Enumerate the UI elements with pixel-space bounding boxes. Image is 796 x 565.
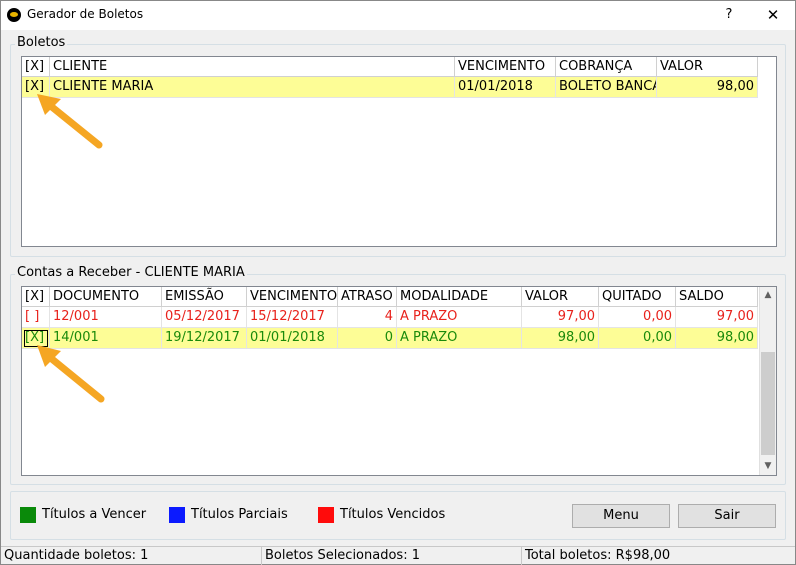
cell-modalidade: A PRAZO (397, 307, 522, 328)
boletos-group-label: Boletos (15, 35, 68, 50)
table-row[interactable]: [X] CLIENTE MARIA 01/01/2018 BOLETO BANC… (22, 77, 758, 98)
status-quantidade: Quantidade boletos: 1 (1, 547, 262, 565)
table-row[interactable]: [X] 14/001 19/12/2017 01/01/2018 0 A PRA… (22, 328, 758, 349)
legend-label-parciais: Títulos Parciais (191, 507, 288, 522)
cell-vencimento: 15/12/2017 (247, 307, 338, 328)
column-header-atraso[interactable]: ATRASO (338, 287, 397, 307)
contas-grid-header: [X] DOCUMENTO EMISSÃO VENCIMENTO ATRASO … (22, 287, 758, 307)
contas-group-label: Contas a Receber - CLIENTE MARIA (15, 265, 247, 280)
legend-swatch-a-vencer (20, 507, 36, 523)
main-window: Gerador de Boletos ? ✕ Boletos [X] CLIEN… (0, 0, 796, 565)
column-header-documento[interactable]: DOCUMENTO (50, 287, 162, 307)
column-header-emissao[interactable]: EMISSÃO (162, 287, 247, 307)
cell-modalidade: A PRAZO (397, 328, 522, 349)
column-header-check[interactable]: [X] (22, 57, 50, 77)
legend-swatch-vencidos (318, 507, 334, 523)
legend-swatch-parciais (169, 507, 185, 523)
contas-grid[interactable]: [X] DOCUMENTO EMISSÃO VENCIMENTO ATRASO … (21, 286, 777, 476)
window-title: Gerador de Boletos (27, 7, 144, 21)
close-button[interactable]: ✕ (761, 4, 785, 26)
cell-atraso: 4 (338, 307, 397, 328)
cell-quitado: 0,00 (599, 328, 676, 349)
annotation-arrow-icon (37, 94, 103, 149)
cell-saldo: 98,00 (676, 328, 758, 349)
column-header-cliente[interactable]: CLIENTE (50, 57, 455, 77)
status-total: Total boletos: R$98,00 (525, 548, 671, 563)
menu-button[interactable]: Menu (572, 504, 670, 528)
cell-valor: 98,00 (522, 328, 599, 349)
table-row[interactable]: [ ] 12/001 05/12/2017 15/12/2017 4 A PRA… (22, 307, 758, 328)
column-header-cobranca[interactable]: COBRANÇA (556, 57, 657, 77)
column-header-saldo[interactable]: SALDO (676, 287, 758, 307)
status-selecionados: Boletos Selecionados: 1 (262, 547, 522, 565)
title-bar: Gerador de Boletos ? ✕ (1, 1, 795, 30)
scroll-up-icon[interactable]: ▲ (760, 287, 776, 304)
column-header-check[interactable]: [X] (22, 287, 50, 307)
row-checkbox[interactable]: [ ] (22, 307, 50, 328)
column-header-valor[interactable]: VALOR (657, 57, 758, 77)
column-header-vencimento[interactable]: VENCIMENTO (455, 57, 556, 77)
legend-label-vencidos: Títulos Vencidos (340, 507, 446, 522)
scroll-down-icon[interactable]: ▼ (760, 458, 776, 475)
cell-valor: 98,00 (657, 77, 758, 98)
scroll-thumb[interactable] (761, 352, 775, 455)
help-button[interactable]: ? (719, 5, 739, 25)
status-bar: Quantidade boletos: 1 Boletos Selecionad… (1, 546, 795, 565)
legend-label-a-vencer: Títulos a Vencer (42, 507, 147, 522)
cell-valor: 97,00 (522, 307, 599, 328)
cell-documento: 12/001 (50, 307, 162, 328)
cell-vencimento: 01/01/2018 (455, 77, 556, 98)
cell-emissao: 19/12/2017 (162, 328, 247, 349)
annotation-arrow-icon (37, 345, 105, 403)
cell-quitado: 0,00 (599, 307, 676, 328)
app-logo-icon (7, 8, 21, 22)
cell-vencimento: 01/01/2018 (247, 328, 338, 349)
boletos-grid-header: [X] CLIENTE VENCIMENTO COBRANÇA VALOR (22, 57, 758, 77)
sair-button[interactable]: Sair (678, 504, 776, 528)
column-header-vencimento[interactable]: VENCIMENTO (247, 287, 338, 307)
column-header-valor[interactable]: VALOR (522, 287, 599, 307)
cell-emissao: 05/12/2017 (162, 307, 247, 328)
cell-cobranca: BOLETO BANCÁRIO (556, 77, 657, 98)
column-header-quitado[interactable]: QUITADO (599, 287, 676, 307)
column-header-modalidade[interactable]: MODALIDADE (397, 287, 522, 307)
boletos-grid[interactable]: [X] CLIENTE VENCIMENTO COBRANÇA VALOR [X… (21, 56, 777, 247)
vertical-scrollbar[interactable]: ▲ ▼ (759, 287, 776, 475)
cell-atraso: 0 (338, 328, 397, 349)
cell-saldo: 97,00 (676, 307, 758, 328)
